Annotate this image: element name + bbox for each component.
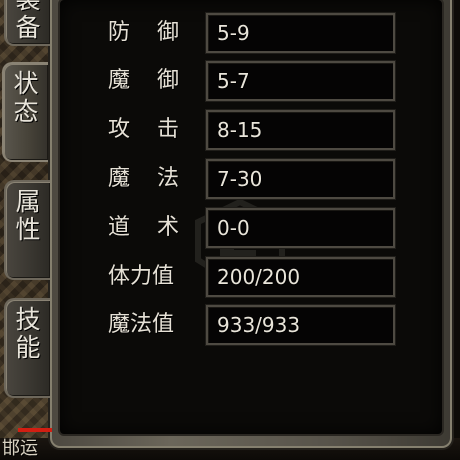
stat-label: 魔御 [108, 68, 207, 93]
tab-status-label: 状态 [13, 69, 39, 126]
stat-row-taoism: 道术 0-0 [108, 208, 395, 248]
tab-skills[interactable]: 技能 [4, 298, 50, 398]
stat-label: 道术 [108, 215, 207, 240]
stat-label: 魔法 [108, 166, 207, 191]
tab-skills-label: 技能 [15, 305, 41, 362]
tab-equipment[interactable]: 装备 [4, 0, 50, 46]
stat-value: 5-9 [206, 13, 395, 53]
tab-equipment-label: 装备 [15, 0, 41, 42]
stat-value: 8-15 [206, 110, 395, 150]
stat-row-mp: 魔法值 933/933 [108, 305, 395, 345]
stat-label: 魔法值 [108, 312, 175, 337]
game-screen: 装备 状态 属性 技能 防御 5-9 魔御 5-7 攻击 8-15 魔法 7-3… [0, 0, 460, 460]
tab-status[interactable]: 状态 [2, 62, 48, 162]
stat-value: 0-0 [206, 208, 395, 248]
tab-attributes-label: 属性 [15, 187, 41, 244]
stat-value: 200/200 [206, 257, 395, 297]
stat-row-magic: 魔法 7-30 [108, 159, 395, 199]
stat-row-defense: 防御 5-9 [108, 13, 395, 53]
map-location-text: 邯运 [2, 438, 38, 459]
tab-attributes[interactable]: 属性 [4, 180, 50, 280]
stat-label: 体力值 [108, 264, 175, 289]
stat-row-hp: 体力值 200/200 [108, 257, 395, 297]
stat-value: 7-30 [206, 159, 395, 199]
stat-label: 防御 [108, 20, 207, 45]
stat-row-magic-defense: 魔御 5-7 [108, 61, 395, 101]
stat-value: 933/933 [206, 305, 395, 345]
stat-value: 5-7 [206, 61, 395, 101]
red-marker [18, 428, 52, 432]
stat-label: 攻击 [108, 117, 207, 142]
stat-row-attack: 攻击 8-15 [108, 110, 395, 150]
